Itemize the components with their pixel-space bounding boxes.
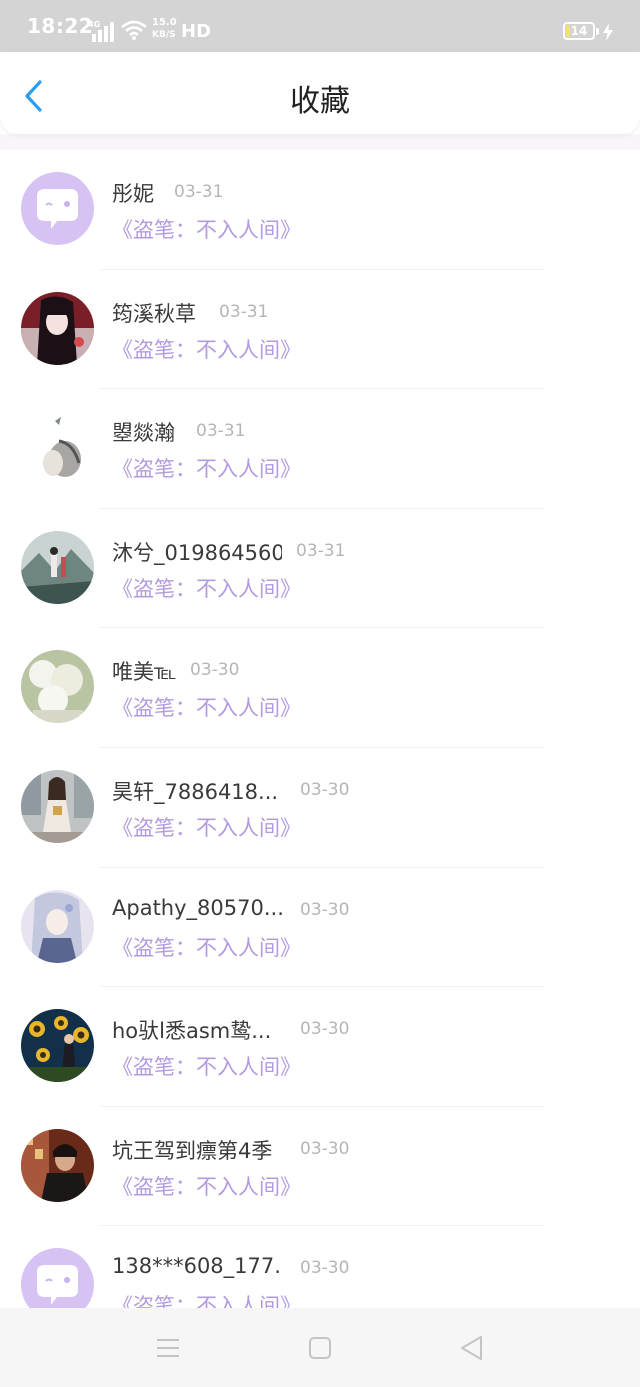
avatar[interactable] [21, 889, 94, 963]
favorites-list[interactable]: 彤妮 03-31 《盗笔：不入人间》 筠溪秋草 03-31 《盗笔：不入人间》 曌燚瀚 03-… [0, 150, 640, 1308]
book-title-link[interactable]: 《盗笔：不入人间》 [112, 573, 301, 603]
list-item[interactable]: ho驮l悉asm鸷... 03-30 《盗笔：不入人间》 [0, 987, 640, 1107]
item-date: 03-31 [219, 301, 269, 322]
item-date: 03-30 [300, 1019, 350, 1040]
avatar[interactable] [21, 769, 94, 843]
default-avatar-icon[interactable] [21, 1248, 94, 1308]
square-home-icon[interactable] [306, 1334, 334, 1362]
page-title: 收藏 [290, 84, 350, 119]
list-item[interactable]: 昊轩_7886418... 03-30 《盗笔：不入人间》 [0, 748, 640, 868]
book-title-link[interactable]: 《盗笔：不入人间》 [112, 1051, 301, 1081]
status-bar: 18:22 4G 15.0 KB/S HD 14 [0, 0, 640, 52]
avatar[interactable] [21, 411, 94, 485]
username: 唯美℡ [112, 660, 177, 685]
header-divider [0, 134, 640, 150]
item-date: 03-31 [174, 182, 224, 202]
item-date: 03-31 [296, 540, 346, 561]
network-speed-unit: KB/S [152, 30, 176, 40]
network-speed-value: 15.0 [152, 17, 177, 28]
book-title-link[interactable]: 《盗笔：不入人间》 [112, 214, 301, 244]
avatar[interactable] [21, 530, 94, 604]
item-date: 03-30 [300, 779, 350, 800]
default-avatar-icon[interactable] [21, 172, 94, 245]
avatar[interactable] [21, 291, 94, 365]
avatar[interactable] [21, 1128, 94, 1202]
username: Apathy_80570... [112, 895, 282, 920]
avatar[interactable] [21, 1009, 94, 1083]
item-date: 03-30 [190, 660, 240, 681]
list-item[interactable]: 坑王驾到瘭第4季 03-30 《盗笔：不入人间》 [0, 1107, 640, 1227]
book-title-link[interactable]: 《盗笔：不入人间》 [112, 334, 301, 364]
username: ho驮l悉asm鸷... [112, 1019, 272, 1044]
cellular-signal-icon: 4G [88, 20, 114, 42]
app-header: 收藏 [0, 52, 640, 134]
username: 沐兮_019864560 [112, 540, 282, 565]
item-date: 03-30 [300, 1258, 350, 1279]
list-item[interactable]: 彤妮 03-31 《盗笔：不入人间》 [0, 150, 640, 270]
book-title-link[interactable]: 《盗笔：不入人间》 [112, 1171, 301, 1201]
battery-level: 14 [570, 24, 588, 38]
username: 坑王驾到瘭第4季 [112, 1138, 273, 1163]
item-date: 03-30 [300, 1138, 350, 1159]
book-title-link[interactable]: 《盗笔：不入人间》 [112, 1290, 301, 1308]
battery-icon: 14 [563, 22, 599, 40]
list-item[interactable]: 沐兮_019864560 03-31 《盗笔：不入人间》 [0, 509, 640, 629]
network-type-label: 4G [88, 20, 101, 29]
list-item[interactable]: 曌燚瀚 03-31 《盗笔：不入人间》 [0, 389, 640, 509]
username: 昊轩_7886418... [112, 779, 279, 804]
menu-icon[interactable] [154, 1334, 182, 1362]
avatar[interactable] [21, 650, 94, 724]
book-title-link[interactable]: 《盗笔：不入人间》 [112, 692, 301, 722]
book-title-link[interactable]: 《盗笔：不入人间》 [112, 812, 301, 842]
list-item[interactable]: Apathy_80570... 03-30 《盗笔：不入人间》 [0, 868, 640, 988]
username: 曌燚瀚 [112, 421, 175, 446]
status-time: 18:22 [27, 14, 94, 38]
charging-icon [603, 23, 613, 41]
username: 彤妮 [112, 182, 154, 206]
wifi-icon [121, 20, 147, 40]
triangle-back-icon[interactable] [458, 1334, 486, 1362]
system-nav-bar [0, 1308, 640, 1387]
item-date: 03-30 [300, 899, 350, 920]
list-item[interactable]: 唯美℡ 03-30 《盗笔：不入人间》 [0, 628, 640, 748]
book-title-link[interactable]: 《盗笔：不入人间》 [112, 932, 301, 962]
hd-label: HD [181, 21, 212, 42]
list-item[interactable]: 138***608_177... 03-30 《盗笔：不入人间》 [0, 1226, 640, 1308]
book-title-link[interactable]: 《盗笔：不入人间》 [112, 453, 301, 483]
item-date: 03-31 [196, 421, 246, 442]
list-item[interactable]: 筠溪秋草 03-31 《盗笔：不入人间》 [0, 270, 640, 390]
username: 138***608_177... [112, 1254, 282, 1279]
username: 筠溪秋草 [112, 301, 196, 326]
